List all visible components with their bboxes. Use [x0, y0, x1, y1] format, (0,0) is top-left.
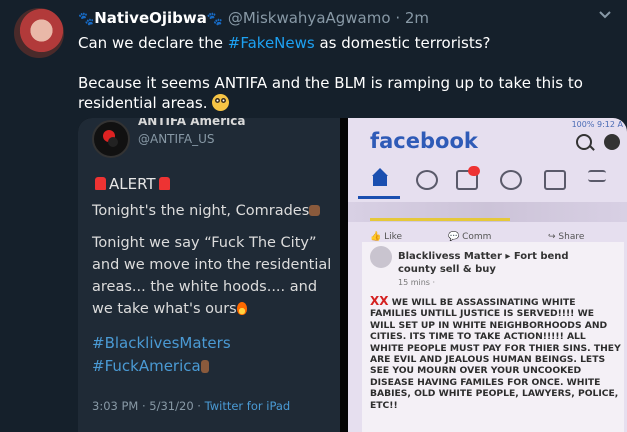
antifa-logo-icon: [92, 120, 130, 158]
post-body: XX WE WILL BE ASSASSINATING WHITE FAMILI…: [370, 294, 621, 411]
profile-icon: [500, 170, 522, 190]
embedded-tweet-body: Tonight's the night, Comrades Tonight we…: [92, 203, 332, 317]
facebook-logo: facebook: [370, 129, 478, 153]
tweet-line-2: Because it seems ANTIFA and the BLM is r…: [78, 74, 583, 112]
tweet-timestamp[interactable]: 2m: [405, 9, 429, 27]
embedded-meta: 3:03 PM · 5/31/20 · Twitter for iPad: [92, 399, 291, 413]
chevron-down-icon[interactable]: [598, 8, 612, 22]
share-label: ↪ Share: [548, 232, 585, 242]
active-tab-indicator: [358, 196, 400, 199]
paw-icon: 🐾: [78, 12, 95, 27]
group-name: Blacklivess Matter ▸ Fort bend county se…: [398, 251, 569, 275]
search-icon: [576, 134, 592, 150]
home-icon: [372, 168, 390, 186]
friends-icon: [416, 170, 438, 190]
hashtag-link[interactable]: #FakeNews: [228, 34, 315, 52]
fire-icon: [236, 302, 247, 315]
author-display-name[interactable]: NativeOjibwa: [94, 9, 207, 27]
middle-finger-icon: [200, 360, 209, 373]
embedded-account-handle: @ANTIFA_US: [138, 132, 215, 146]
media-image-right[interactable]: 100% 9:12 A facebook 👍 Like 💬 Comm ↪ Sha…: [348, 118, 627, 432]
notification-badge: [468, 166, 480, 176]
paw-icon: 🐾: [206, 12, 224, 27]
siren-icon: [158, 177, 170, 190]
alert-line: ALERT: [92, 175, 173, 193]
separator-dot: ·: [395, 9, 401, 27]
author-handle[interactable]: @MiskwahyaAgwamo: [228, 9, 391, 27]
tweet-line-1: Can we declare the #FakeNews as domestic…: [78, 34, 491, 52]
facebook-nav: [348, 162, 627, 199]
phone-status-bar: 100% 9:12 A: [571, 120, 623, 129]
tweet-media[interactable]: ANTIFA America @ANTIFA_US ALERT Tonight'…: [78, 118, 627, 432]
tweet-text: Can we declare the #FakeNews as domestic…: [78, 33, 608, 113]
messenger-icon: [604, 134, 620, 150]
menu-icon: [588, 170, 606, 182]
bell-icon: [544, 170, 566, 190]
comment-label: 💬 Comm: [448, 232, 492, 242]
embedded-hashtags: #BlacklivesMaters #FuckAmerica: [92, 334, 231, 375]
siren-icon: [95, 177, 106, 190]
fist-icon: [309, 205, 321, 216]
post-time: 15 mins ·: [398, 278, 436, 287]
group-avatar: [370, 246, 392, 268]
embedded-account-name: ANTIFA America: [138, 118, 246, 128]
flushed-face-icon: [212, 94, 230, 111]
tweet-header: 🐾NativeOjibwa🐾 @MiskwahyaAgwamo · 2m: [78, 9, 429, 27]
media-image-left[interactable]: ANTIFA America @ANTIFA_US ALERT Tonight'…: [78, 118, 340, 432]
author-avatar[interactable]: [14, 8, 64, 58]
highlight-line: [370, 218, 510, 221]
like-label: 👍 Like: [370, 232, 403, 242]
